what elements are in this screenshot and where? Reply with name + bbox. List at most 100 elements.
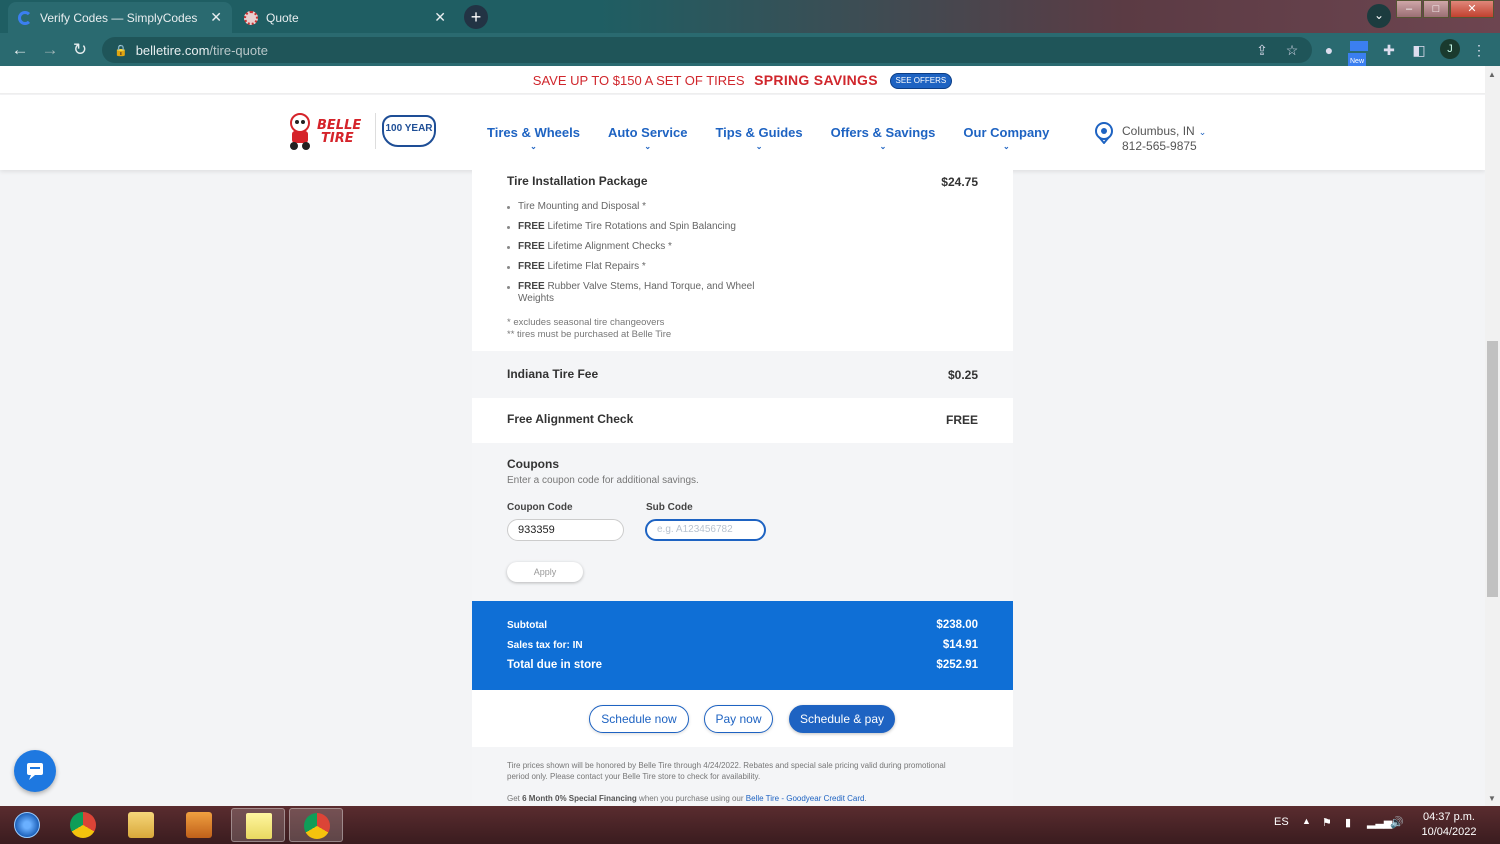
total-value: $252.91 bbox=[936, 659, 978, 671]
promo-highlight: SPRING SAVINGS bbox=[754, 72, 878, 88]
browser-menu-icon[interactable]: ⋮ bbox=[1470, 41, 1488, 59]
chevron-down-icon: ⌄ bbox=[530, 142, 537, 151]
taskbar-chrome[interactable] bbox=[56, 808, 110, 842]
tax-value: $14.91 bbox=[942, 639, 978, 651]
tab-quote[interactable]: Quote ✕ bbox=[234, 2, 456, 33]
site-header: BELLE TIRE 100 YEAR Tires & Wheels ⌄ Auto… bbox=[0, 95, 1485, 170]
tray-expand-icon[interactable]: ▲ bbox=[1302, 816, 1311, 826]
nav-our-company[interactable]: Our Company ⌄ bbox=[963, 125, 1049, 151]
bookmark-star-icon[interactable]: ☆ bbox=[1283, 41, 1301, 59]
chrome-profile-icon bbox=[304, 813, 330, 839]
belle-tire-favicon-icon bbox=[244, 10, 258, 25]
chevron-down-icon: ⌄ bbox=[879, 142, 887, 151]
folder-icon bbox=[128, 812, 154, 838]
page-scrollbar[interactable]: ▲ ▼ bbox=[1485, 66, 1500, 806]
taskbar-explorer[interactable] bbox=[114, 808, 168, 842]
financing-note: Get 6 Month 0% Special Financing when yo… bbox=[507, 794, 867, 803]
credit-card-link[interactable]: Belle Tire - Goodyear Credit Card bbox=[746, 794, 865, 803]
coupons-subtitle: Enter a coupon code for additional savin… bbox=[507, 475, 699, 486]
taskbar-chrome-profile[interactable] bbox=[289, 808, 343, 842]
nav-tips-guides[interactable]: Tips & Guides ⌄ bbox=[715, 125, 802, 151]
fee-price: $0.25 bbox=[947, 368, 978, 382]
taskbar-sticky-notes[interactable] bbox=[231, 808, 285, 842]
scroll-down-icon[interactable]: ▼ bbox=[1488, 794, 1496, 803]
see-offers-button[interactable]: SEE OFFERS bbox=[889, 73, 953, 89]
power-icon[interactable]: ▮ bbox=[1345, 816, 1351, 829]
side-panel-icon[interactable]: ◧ bbox=[1410, 41, 1428, 59]
installation-package-section: Tire Installation Package $24.75 Tire Mo… bbox=[472, 170, 1013, 351]
close-tab-icon[interactable]: ✕ bbox=[210, 9, 222, 26]
windows-start-icon bbox=[14, 812, 40, 838]
location-phone[interactable]: 812-565-9875 bbox=[1122, 139, 1197, 153]
forward-arrow-icon[interactable]: → bbox=[40, 40, 60, 60]
tab-verify-codes[interactable]: Verify Codes — SimplyCodes ✕ bbox=[8, 2, 232, 33]
list-item: Tire Mounting and Disposal * bbox=[507, 201, 778, 213]
totals-panel: Subtotal $238.00 Sales tax for: IN $14.9… bbox=[472, 601, 1013, 690]
chat-button[interactable] bbox=[14, 750, 56, 792]
language-indicator[interactable]: ES bbox=[1274, 816, 1289, 828]
sub-code-input[interactable]: e.g. A123456782 bbox=[645, 519, 766, 541]
tire-fee-row: Indiana Tire Fee $0.25 bbox=[472, 351, 1013, 398]
location-city[interactable]: Columbus, IN ⌄ bbox=[1122, 124, 1206, 138]
tab-title: Verify Codes — SimplyCodes bbox=[40, 10, 198, 25]
list-item: FREE Rubber Valve Stems, Hand Torque, an… bbox=[507, 281, 778, 305]
minimize-button[interactable]: – bbox=[1396, 0, 1422, 18]
lock-icon: 🔒 bbox=[114, 44, 128, 57]
extension-new-icon[interactable]: New bbox=[1348, 41, 1370, 71]
disclaimer-section: Tire prices shown will be honored by Bel… bbox=[472, 747, 1013, 806]
schedule-now-button[interactable]: Schedule now bbox=[589, 705, 689, 733]
subtotal-value: $238.00 bbox=[936, 619, 978, 631]
scroll-up-icon[interactable]: ▲ bbox=[1488, 70, 1496, 79]
new-tab-button[interactable]: + bbox=[464, 5, 488, 29]
extensions-puzzle-icon[interactable]: ✚ bbox=[1380, 41, 1398, 59]
windows-taskbar: ES ▲ ⚑ ▮ ▂▃▅ 🔊 04:37 p.m. 10/04/2022 bbox=[0, 806, 1500, 844]
pay-now-button[interactable]: Pay now bbox=[704, 705, 773, 733]
install-price: $24.75 bbox=[941, 175, 978, 189]
logo-wordmark: BELLE TIRE bbox=[317, 118, 362, 146]
address-bar[interactable]: 🔒 belletire.com/tire-quote bbox=[102, 37, 1312, 63]
nav-tires-wheels[interactable]: Tires & Wheels ⌄ bbox=[487, 125, 580, 151]
network-icon[interactable]: ▂▃▅ bbox=[1367, 816, 1392, 829]
anniversary-emblem: 100 YEAR bbox=[382, 115, 436, 147]
reload-icon[interactable]: ↻ bbox=[70, 40, 90, 60]
back-arrow-icon[interactable]: ← bbox=[10, 40, 30, 60]
install-items-list: Tire Mounting and Disposal * FREE Lifeti… bbox=[507, 201, 778, 313]
promo-banner: SAVE UP TO $150 A SET OF TIRES SPRING SA… bbox=[0, 66, 1485, 94]
align-price: FREE bbox=[945, 413, 978, 427]
scrollbar-thumb[interactable] bbox=[1487, 341, 1498, 597]
profile-avatar[interactable]: J bbox=[1440, 39, 1460, 59]
apply-button[interactable]: Apply bbox=[507, 562, 583, 582]
main-navigation: Tires & Wheels ⌄ Auto Service ⌄ Tips & Gui… bbox=[487, 125, 1077, 151]
total-label: Total due in store bbox=[507, 659, 602, 671]
tax-label: Sales tax for: IN bbox=[507, 640, 583, 651]
browser-tab-strip: Verify Codes — SimplyCodes ✕ Quote ✕ + ⌄… bbox=[0, 0, 1500, 33]
start-button[interactable] bbox=[0, 808, 54, 842]
maximize-button[interactable]: □ bbox=[1423, 0, 1449, 18]
nav-auto-service[interactable]: Auto Service ⌄ bbox=[608, 125, 687, 151]
system-clock[interactable]: 04:37 p.m. 10/04/2022 bbox=[1414, 810, 1484, 840]
tab-search-button[interactable]: ⌄ bbox=[1367, 4, 1391, 28]
media-player-icon bbox=[186, 812, 212, 838]
belle-tire-logo[interactable]: BELLE TIRE bbox=[286, 113, 366, 153]
nav-offers-savings[interactable]: Offers & Savings ⌄ bbox=[831, 125, 936, 151]
price-disclaimer: Tire prices shown will be honored by Bel… bbox=[507, 761, 946, 781]
mascot-icon bbox=[290, 113, 310, 150]
align-title: Free Alignment Check bbox=[507, 412, 634, 426]
chevron-down-icon: ⌄ bbox=[1003, 142, 1010, 151]
action-center-icon[interactable]: ⚑ bbox=[1322, 816, 1332, 829]
schedule-and-pay-button[interactable]: Schedule & pay bbox=[789, 705, 895, 733]
extension-icon[interactable]: ● bbox=[1320, 41, 1338, 59]
window-close-button[interactable]: ✕ bbox=[1450, 0, 1494, 18]
chevron-down-icon: ⌄ bbox=[644, 142, 652, 151]
url-path: /tire-quote bbox=[209, 42, 268, 58]
coupon-code-input[interactable]: 933359 bbox=[507, 519, 624, 541]
volume-icon[interactable]: 🔊 bbox=[1390, 816, 1404, 829]
share-icon[interactable]: ⇪ bbox=[1253, 41, 1271, 59]
close-tab-icon[interactable]: ✕ bbox=[434, 9, 446, 26]
chevron-down-icon: ⌄ bbox=[1198, 127, 1207, 137]
window-controls: – □ ✕ bbox=[1395, 0, 1494, 18]
url-host: belletire.com bbox=[135, 42, 210, 58]
sub-code-label: Sub Code bbox=[646, 502, 693, 513]
taskbar-media-player[interactable] bbox=[172, 808, 226, 842]
install-title: Tire Installation Package bbox=[507, 174, 648, 188]
